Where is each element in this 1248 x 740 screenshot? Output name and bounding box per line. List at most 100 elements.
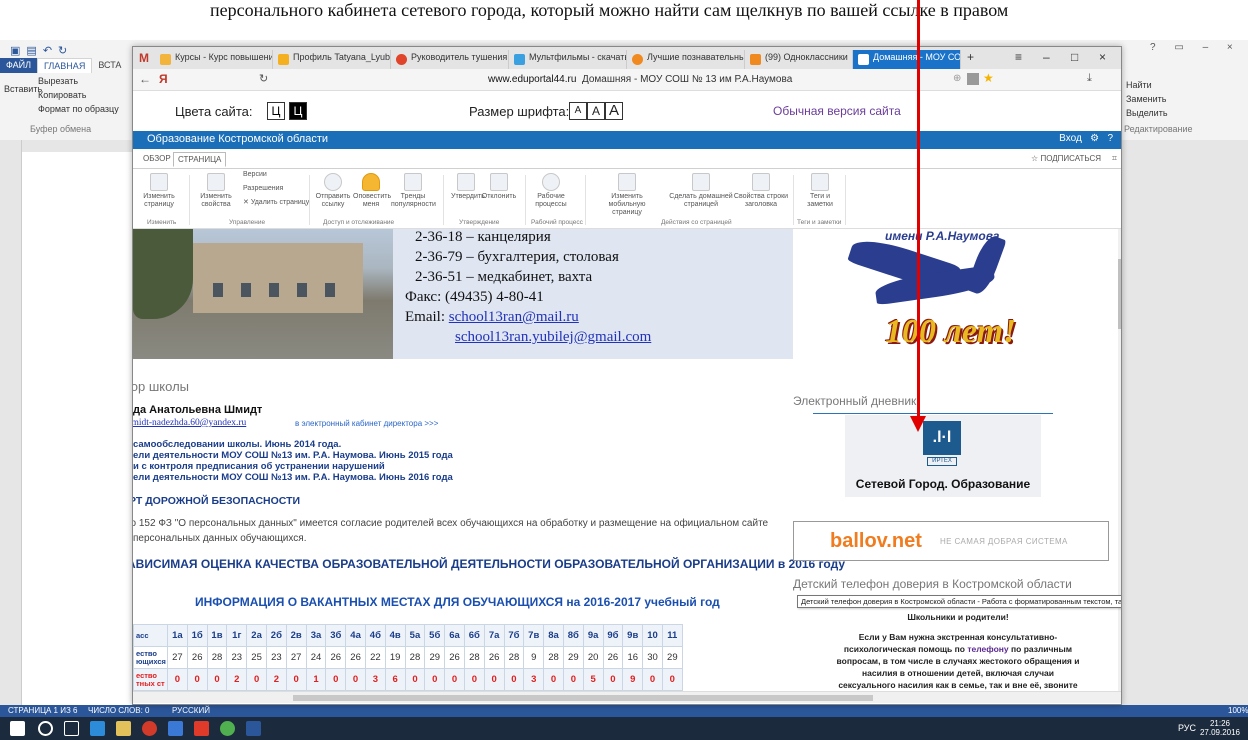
normal-version-link[interactable]: Обычная версия сайта bbox=[773, 104, 901, 118]
subscribe-link[interactable]: ☆ ПОДПИСАТЬСЯ bbox=[1031, 154, 1101, 163]
gmail-icon[interactable]: M bbox=[139, 51, 149, 65]
reload-icon[interactable]: ↻ bbox=[259, 72, 268, 85]
edit-properties-button[interactable]: Изменить свойства bbox=[199, 173, 233, 209]
clock[interactable]: 21:26 27.09.2016 bbox=[1200, 719, 1240, 737]
new-tab-button[interactable]: + bbox=[967, 50, 974, 64]
permissions-button[interactable]: Разрешения bbox=[243, 185, 283, 193]
edit-mobile-page-button[interactable]: Изменить мобильную страницу bbox=[595, 173, 659, 217]
help-icon[interactable]: ? bbox=[1107, 133, 1113, 144]
versions-button[interactable]: Версии bbox=[243, 171, 267, 179]
yandex-icon[interactable] bbox=[194, 721, 209, 736]
browser-tab[interactable]: Профиль Tatyana_Lyubi bbox=[273, 50, 391, 69]
tags-notes-button[interactable]: Теги и заметки bbox=[803, 173, 837, 209]
make-homepage-button[interactable]: Сделать домашней страницей bbox=[669, 173, 733, 209]
horizontal-scrollbar[interactable] bbox=[133, 691, 1121, 703]
redo-icon[interactable]: ↻ bbox=[58, 44, 67, 57]
edit-page-button[interactable]: Изменить страницу bbox=[135, 173, 183, 209]
cut-button[interactable]: Вырезать bbox=[38, 76, 78, 86]
browser-tab-active[interactable]: Домашняя - МОУ СО bbox=[853, 50, 961, 69]
browser-tab[interactable]: (99) Одноклассники bbox=[745, 50, 853, 69]
reject-button[interactable]: Отклонить bbox=[481, 173, 517, 201]
select-button[interactable]: Выделить bbox=[1126, 108, 1168, 118]
approve-button[interactable]: Утвердить bbox=[451, 173, 485, 201]
focus-icon[interactable]: ⌗ bbox=[1112, 153, 1117, 164]
explorer-icon[interactable] bbox=[116, 721, 131, 736]
vertical-scrollbar[interactable] bbox=[1118, 229, 1121, 691]
font-medium-button[interactable]: A bbox=[587, 102, 605, 120]
browser-tab[interactable]: Курсы - Курс повышени bbox=[155, 50, 273, 69]
find-button[interactable]: Найти bbox=[1126, 80, 1152, 90]
search-icon[interactable] bbox=[38, 721, 53, 736]
word-count[interactable]: ЧИСЛО СЛОВ: 0 bbox=[88, 706, 150, 715]
email-link-1[interactable]: school13ran@mail.ru bbox=[449, 309, 579, 325]
language-indicator[interactable]: РУССКИЙ bbox=[172, 706, 210, 715]
font-small-button[interactable]: A bbox=[569, 102, 587, 120]
tab-overview[interactable]: ОБЗОР bbox=[143, 154, 171, 163]
report-link[interactable]: и с контроля предписания об устранении н… bbox=[133, 461, 385, 472]
extension-icon[interactable] bbox=[967, 73, 979, 85]
browser-tab[interactable]: Руководитель тушения bbox=[391, 50, 509, 69]
yandex-browser-icon[interactable] bbox=[142, 721, 157, 736]
color-black-button[interactable]: Ц bbox=[289, 102, 307, 120]
browser-tab[interactable]: Мультфильмы - скачать bbox=[509, 50, 627, 69]
maximize-button[interactable]: □ bbox=[1071, 50, 1078, 64]
popularity-trends-button[interactable]: Тренды популярности bbox=[391, 173, 436, 209]
address-bar[interactable]: ← Я ↻ www.eduportal44.ru Домашняя - МОУ … bbox=[133, 69, 1121, 91]
page-count[interactable]: СТРАНИЦА 1 ИЗ 6 bbox=[8, 706, 77, 715]
ballov-banner[interactable]: ballov.net НЕ САМАЯ ДОБРАЯ СИСТЕМА bbox=[793, 521, 1109, 561]
bookmark-star-icon[interactable]: ★ bbox=[983, 71, 994, 85]
color-white-button[interactable]: Ц bbox=[267, 102, 285, 120]
email-link-2[interactable]: school13ran.yubilej@gmail.com bbox=[455, 329, 651, 345]
app-icon[interactable] bbox=[168, 721, 183, 736]
font-large-button[interactable]: A bbox=[605, 102, 623, 120]
minimize-button[interactable]: – bbox=[1043, 50, 1050, 64]
title-bar-properties-button[interactable]: Свойства строки заголовка bbox=[733, 173, 789, 209]
site-title[interactable]: Образование Костромской области bbox=[147, 133, 328, 145]
login-link[interactable]: Вход bbox=[1059, 133, 1082, 144]
protect-icon[interactable]: ⊕ bbox=[953, 73, 961, 84]
report-link[interactable]: ели деятельности МОУ СОШ №13 им. Р.А. На… bbox=[133, 472, 453, 483]
task-view-icon[interactable] bbox=[64, 721, 79, 736]
netgorod-banner[interactable]: .l·l ИРТЕХ Сетевой Город. Образование bbox=[845, 415, 1041, 497]
download-icon[interactable]: ⤓ bbox=[1087, 72, 1092, 85]
url-text[interactable]: www.eduportal44.ru Домашняя - МОУ СОШ № … bbox=[488, 74, 792, 85]
word-tab-insert[interactable]: ВСТА bbox=[92, 58, 127, 73]
format-painter-button[interactable]: Формат по образцу bbox=[38, 104, 119, 114]
word-icon[interactable] bbox=[246, 721, 261, 736]
send-link-button[interactable]: Отправить ссылку bbox=[315, 173, 351, 209]
undo-icon[interactable]: ↶ bbox=[43, 44, 52, 57]
scrollbar-thumb[interactable] bbox=[1118, 259, 1121, 329]
close-button[interactable]: × bbox=[1099, 50, 1106, 64]
green-app-icon[interactable] bbox=[220, 721, 235, 736]
edge-icon[interactable] bbox=[90, 721, 105, 736]
delete-page-button[interactable]: ✕ Удалить страницу bbox=[243, 199, 309, 207]
word-window-controls[interactable]: ? ▭ – × bbox=[1150, 42, 1241, 53]
replace-button[interactable]: Заменить bbox=[1126, 94, 1166, 104]
director-email-link[interactable]: shmidt-nadezhda.60@yandex.ru bbox=[133, 418, 246, 428]
word-tab-file[interactable]: ФАЙЛ bbox=[0, 58, 38, 73]
copy-button[interactable]: Копировать bbox=[38, 90, 86, 100]
scrollbar-thumb[interactable] bbox=[293, 695, 873, 701]
workflows-button[interactable]: Рабочие процессы bbox=[533, 173, 569, 209]
tab-page[interactable]: СТРАНИЦА bbox=[173, 152, 227, 167]
helpline-phone-link[interactable]: телефону bbox=[967, 644, 1008, 654]
zoom-level[interactable]: 100% bbox=[1228, 706, 1248, 715]
back-icon[interactable]: ← bbox=[139, 72, 151, 86]
save-icon[interactable]: ▣ bbox=[10, 44, 20, 57]
input-language[interactable]: РУС bbox=[1178, 723, 1196, 733]
gear-icon[interactable]: ⚙ bbox=[1090, 133, 1099, 144]
menu-icon[interactable]: ≡ bbox=[1015, 50, 1022, 64]
report-link[interactable]: ели деятельности МОУ СОШ №13 им. Р.А. На… bbox=[133, 450, 453, 461]
alert-me-button[interactable]: Оповестить меня bbox=[353, 173, 391, 209]
tab-favicon-icon bbox=[858, 54, 869, 65]
quality-assessment-title[interactable]: АВИСИМАЯ ОЦЕНКА КАЧЕСТВА ОБРАЗОВАТЕЛЬНОЙ… bbox=[133, 557, 845, 571]
paste-button[interactable]: Вставить bbox=[4, 84, 42, 94]
word-tab-home[interactable]: ГЛАВНАЯ bbox=[37, 58, 93, 73]
road-safety-link[interactable]: РТ ДОРОЖНОЙ БЕЗОПАСНОСТИ bbox=[133, 495, 300, 507]
browser-tab[interactable]: Лучшие познавательны bbox=[627, 50, 745, 69]
yandex-logo-icon[interactable]: Я bbox=[159, 72, 168, 86]
windows-start-icon[interactable] bbox=[10, 721, 25, 736]
report-link[interactable]: самообследовании школы. Июнь 2014 года. bbox=[133, 439, 341, 450]
director-cabinet-link[interactable]: в электронный кабинет директора >>> bbox=[295, 419, 438, 428]
save-icon-2[interactable]: ▤ bbox=[26, 44, 36, 57]
